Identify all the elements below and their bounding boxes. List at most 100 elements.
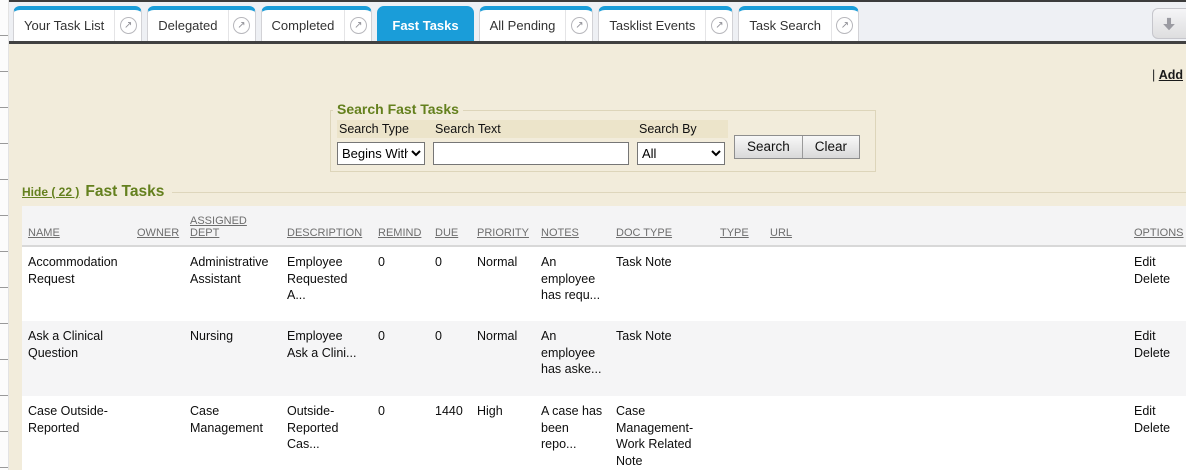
down-arrow-icon [1160,15,1178,33]
external-link-icon: ↗ [120,17,137,34]
delete-link[interactable]: Delete [1134,420,1180,437]
search-by-select[interactable]: All [637,142,725,165]
content-area: | Add Search Fast Tasks Search Type Begi… [9,44,1186,470]
tab-label: Delegated [148,10,227,41]
cell-name: Case Outside-Reported [22,396,131,470]
cell-remind: 0 [372,321,429,396]
fast-tasks-heading: Hide ( 22 ) Fast Tasks [22,183,1186,206]
add-line: | Add [1152,68,1183,82]
hide-list-link[interactable]: Hide ( 22 ) [22,185,79,199]
open-in-new-window-button[interactable]: ↗ [114,10,141,41]
tab-task-search[interactable]: Task Search ↗ [738,6,859,41]
tab-label: Task Search [739,10,831,41]
column-header-type[interactable]: TYPE [714,206,764,246]
cell-owner [131,246,184,321]
cell-doc-type: Task Note [610,246,714,321]
fast-tasks-section: Hide ( 22 ) Fast Tasks NAME OWNER ASSIGN… [22,183,1186,470]
cell-url [764,321,1128,396]
column-header-remind[interactable]: REMIND [372,206,429,246]
open-in-new-window-button[interactable]: ↗ [344,10,371,41]
clear-button[interactable]: Clear [802,136,859,158]
tab-label: Fast Tasks [378,10,472,41]
search-fast-tasks-panel: Search Fast Tasks Search Type Begins Wit… [330,110,876,172]
cell-owner [131,321,184,396]
edit-link[interactable]: Edit [1134,254,1180,271]
edit-link[interactable]: Edit [1134,403,1180,420]
heading-rule [172,192,1186,193]
cell-assigned-dept: Case Management [184,396,281,470]
cell-notes: An employee has requ... [535,246,610,321]
add-link[interactable]: Add [1159,68,1183,82]
column-header-owner[interactable]: OWNER [131,206,184,246]
cell-notes: A case has been repo... [535,396,610,470]
cell-description: Employee Requested A... [281,246,372,321]
fast-tasks-title: Fast Tasks [85,183,164,201]
tab-fast-tasks[interactable]: Fast Tasks [377,6,473,41]
open-in-new-window-button[interactable]: ↗ [565,10,592,41]
table-header-row: NAME OWNER ASSIGNED DEPT DESCRIPTION REM… [22,206,1186,246]
cell-priority: Normal [471,246,535,321]
tab-label: Completed [262,10,345,41]
fast-tasks-table: NAME OWNER ASSIGNED DEPT DESCRIPTION REM… [22,206,1186,470]
column-header-due[interactable]: DUE [429,206,471,246]
cell-options: Edit Delete [1128,246,1186,321]
cell-name: Accommodation Request [22,246,131,321]
cell-due: 1440 [429,396,471,470]
column-header-options[interactable]: OPTIONS [1128,206,1186,246]
table-row: Ask a Clinical Question Nursing Employee… [22,321,1186,396]
column-header-notes[interactable]: NOTES [535,206,610,246]
search-type-select[interactable]: Begins With [337,142,425,165]
tab-completed[interactable]: Completed ↗ [261,6,373,41]
open-in-new-window-button[interactable]: ↗ [705,10,732,41]
search-text-input[interactable] [433,142,629,165]
cell-url [764,246,1128,321]
edit-link[interactable]: Edit [1134,328,1180,345]
cell-remind: 0 [372,246,429,321]
collapse-tab-strip-button[interactable] [1152,8,1186,39]
column-header-priority[interactable]: PRIORITY [471,206,535,246]
cell-remind: 0 [372,396,429,470]
cell-assigned-dept: Nursing [184,321,281,396]
cell-options: Edit Delete [1128,321,1186,396]
external-link-icon: ↗ [836,17,853,34]
cell-description: Outside-Reported Cas... [281,396,372,470]
search-button[interactable]: Search [735,136,802,158]
delete-link[interactable]: Delete [1134,271,1180,288]
task-tab-bar: Your Task List ↗ Delegated ↗ Completed ↗… [9,0,1186,44]
frame-resize-handle[interactable] [0,0,9,470]
cell-notes: An employee has aske... [535,321,610,396]
cell-type [714,246,764,321]
cell-doc-type: Task Note [610,321,714,396]
column-header-doc-type[interactable]: DOC TYPE [610,206,714,246]
external-link-icon: ↗ [350,17,367,34]
tab-all-pending[interactable]: All Pending ↗ [479,6,594,41]
column-header-assigned-dept[interactable]: ASSIGNED DEPT [184,206,281,246]
column-header-name[interactable]: NAME [22,206,131,246]
cell-priority: Normal [471,321,535,396]
external-link-icon: ↗ [711,17,728,34]
search-type-label: Search Type [337,120,433,138]
tab-your-task-list[interactable]: Your Task List ↗ [13,6,142,41]
tab-delegated[interactable]: Delegated ↗ [147,6,255,41]
column-header-url[interactable]: URL [764,206,1128,246]
cell-doc-type: Case Management-Work Related Note [610,396,714,470]
external-link-icon: ↗ [233,17,250,34]
column-header-description[interactable]: DESCRIPTION [281,206,372,246]
search-by-label: Search By [637,120,728,138]
open-in-new-window-button[interactable]: ↗ [831,10,858,41]
table-row: Case Outside-Reported Case Management Ou… [22,396,1186,470]
tab-label: Your Task List [14,10,114,41]
cell-type [714,396,764,470]
tab-label: Tasklist Events [599,10,705,41]
cell-type [714,321,764,396]
search-button-group: Search Clear [734,135,860,159]
tab-label: All Pending [480,10,566,41]
cell-url [764,396,1128,470]
cell-due: 0 [429,321,471,396]
delete-link[interactable]: Delete [1134,345,1180,362]
tab-tasklist-events[interactable]: Tasklist Events ↗ [598,6,733,41]
cell-options: Edit Delete [1128,396,1186,470]
open-in-new-window-button[interactable]: ↗ [228,10,255,41]
cell-owner [131,396,184,470]
cell-assigned-dept: Administrative Assistant [184,246,281,321]
